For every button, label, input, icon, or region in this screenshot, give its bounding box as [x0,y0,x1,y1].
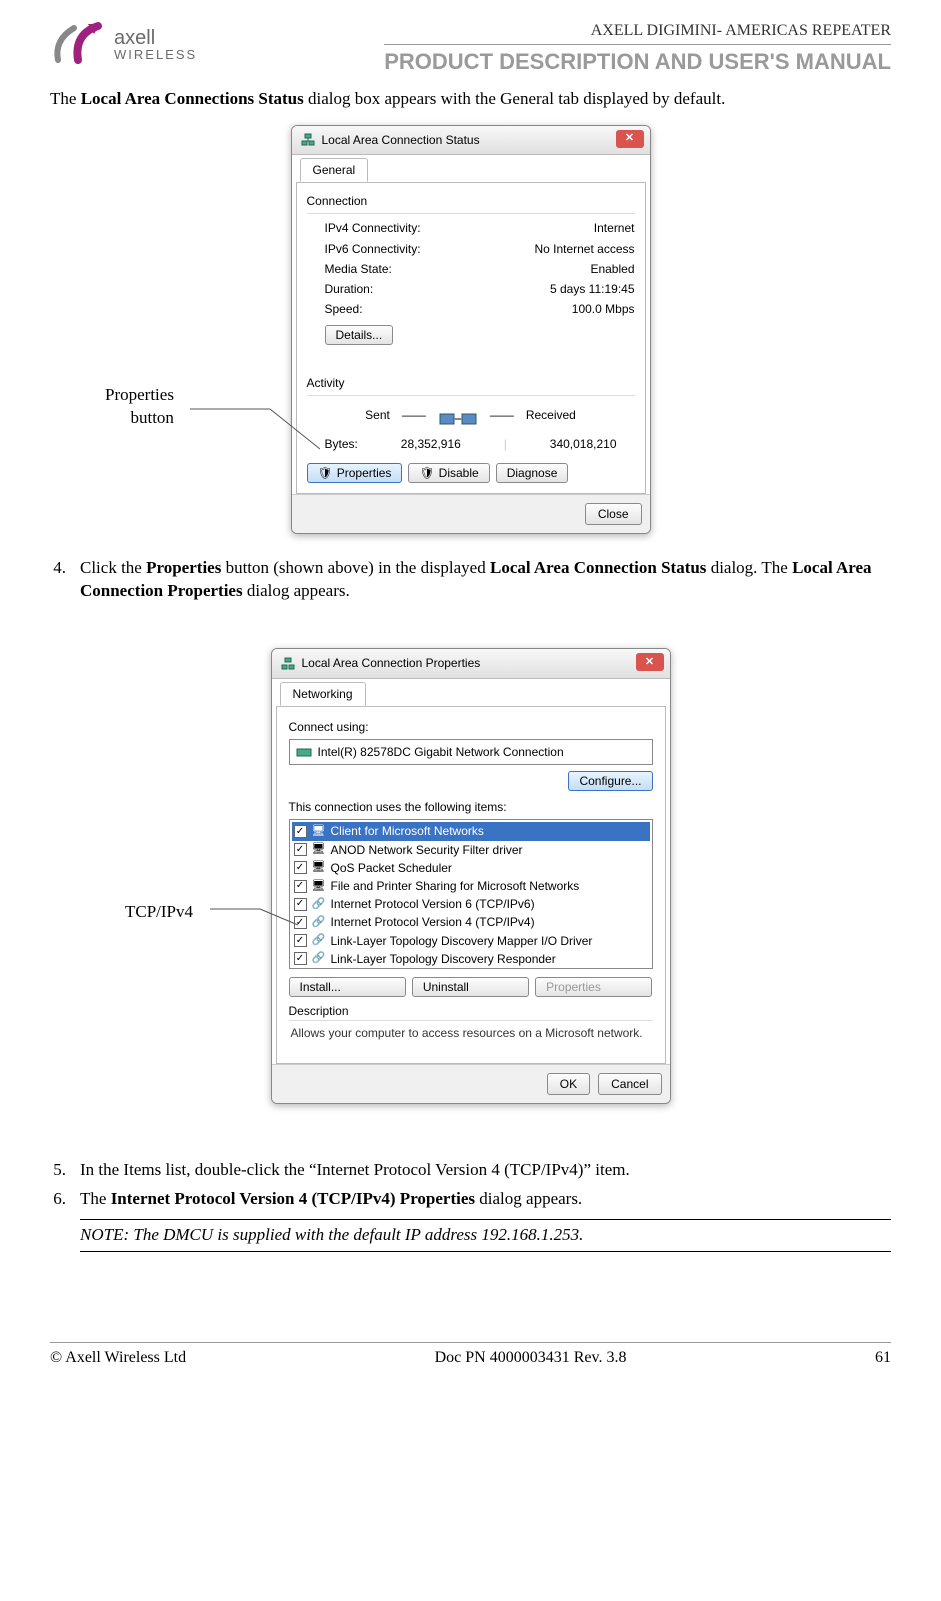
checkbox[interactable] [294,861,307,874]
dialog-title: Local Area Connection Properties [302,655,481,671]
protocol-icon: 🔗 [311,897,327,911]
callout-line-2 [210,901,300,931]
service-icon: 🖥 [311,879,327,893]
checkbox[interactable] [294,952,307,965]
checkbox[interactable] [294,843,307,856]
sent-label: Sent [365,407,390,423]
items-list[interactable]: 🖥Client for Microsoft Networks 🖥ANOD Net… [289,819,653,969]
footer-doc: Doc PN 4000003431 Rev. 3.8 [435,1347,627,1369]
note: NOTE: The DMCU is supplied with the defa… [80,1219,891,1252]
close-button[interactable]: ✕ [636,653,664,671]
footer-copyright: © Axell Wireless Ltd [50,1347,186,1369]
step-5: 5. In the Items list, double-click the “… [50,1159,891,1182]
protocol-icon: 🔗 [311,934,327,948]
adapter-field: Intel(R) 82578DC Gigabit Network Connect… [289,739,653,765]
properties-button[interactable]: Properties [535,977,652,997]
shield-icon: 🛡 [318,466,333,480]
items-label: This connection uses the following items… [289,799,653,815]
properties-button[interactable]: 🛡Properties [307,463,403,483]
adapter-icon [296,745,312,759]
configure-button[interactable]: Configure... [568,771,652,791]
row-duration: Duration:5 days 11:19:45 [307,279,635,299]
list-item[interactable]: 🔗Link-Layer Topology Discovery Responder [292,950,650,968]
header-titles: AXELL DIGIMINI- AMERICAS REPEATER PRODUC… [384,20,891,76]
row-ipv6: IPv6 Connectivity:No Internet access [307,239,635,259]
dialog-titlebar: Local Area Connection Status ✕ [292,126,650,155]
dialog-title: Local Area Connection Status [322,132,480,148]
received-label: Received [526,407,576,423]
disable-button[interactable]: 🛡Disable [408,463,489,483]
details-button[interactable]: Details... [325,325,394,345]
dialog-footer: OK Cancel [272,1064,670,1103]
diagnose-button[interactable]: Diagnose [496,463,569,483]
logo: axell WIRELESS [50,20,197,68]
close-button[interactable]: Close [585,503,642,525]
page-header: axell WIRELESS AXELL DIGIMINI- AMERICAS … [50,20,891,76]
header-title: PRODUCT DESCRIPTION AND USER'S MANUAL [384,44,891,77]
button-row: 🛡Properties 🛡Disable Diagnose [307,463,635,483]
header-subtitle: AXELL DIGIMINI- AMERICAS REPEATER [384,20,891,42]
install-button[interactable]: Install... [289,977,406,997]
logo-icon [50,20,110,68]
description-group: Description Allows your computer to acce… [289,1003,653,1050]
cancel-button[interactable]: Cancel [598,1073,661,1095]
tab-networking[interactable]: Networking [280,682,366,706]
step-4: 4. Click the Properties button (shown ab… [50,557,891,603]
callout-line [190,404,320,454]
network-icon [280,656,296,672]
protocol-icon: 🔗 [311,915,327,929]
row-ipv4: IPv4 Connectivity:Internet [307,218,635,238]
client-icon: 🖥 [311,824,327,838]
connect-using-label: Connect using: [289,719,653,735]
protocol-icon: 🔗 [311,952,327,966]
service-icon: 🖥 [311,843,327,857]
list-item[interactable]: 🖥ANOD Network Security Filter driver [292,841,650,859]
checkbox[interactable] [294,825,307,838]
ok-button[interactable]: OK [547,1073,590,1095]
list-item[interactable]: 🖥Client for Microsoft Networks [292,822,650,840]
figure-status-dialog: Properties button Local Area Connection … [50,129,891,529]
list-item[interactable]: 🖥QoS Packet Scheduler [292,859,650,877]
group-connection: Connection IPv4 Connectivity:Internet IP… [307,193,635,345]
status-dialog: Local Area Connection Status ✕ General C… [291,125,651,534]
footer-page: 61 [875,1347,891,1369]
row-media: Media State:Enabled [307,259,635,279]
close-button[interactable]: ✕ [616,130,644,148]
bytes-sent: 28,352,916 [401,436,461,452]
bytes-received: 340,018,210 [550,436,617,452]
callout-tcpip: TCP/IPv4 [125,901,193,924]
list-item[interactable]: 🔗Internet Protocol Version 4 (TCP/IPv4) [292,913,650,931]
activity-icon [438,400,478,430]
shield-icon: 🛡 [419,466,434,480]
row-speed: Speed:100.0 Mbps [307,299,635,319]
uninstall-button[interactable]: Uninstall [412,977,529,997]
tab-general[interactable]: General [300,158,369,182]
callout-properties: Properties button [105,384,174,430]
figure-properties-dialog: TCP/IPv4 Local Area Connection Propertie… [50,621,891,1131]
bytes-label: Bytes: [325,436,358,452]
intro-paragraph: The Local Area Connections Status dialog… [50,88,891,111]
group-activity: Activity Sent —— —— Received Byte [307,375,635,452]
network-icon [300,132,316,148]
page-footer: © Axell Wireless Ltd Doc PN 4000003431 R… [50,1342,891,1369]
service-icon: 🖥 [311,861,327,875]
dialog-titlebar: Local Area Connection Properties ✕ [272,649,670,678]
list-item[interactable]: 🔗Link-Layer Topology Discovery Mapper I/… [292,932,650,950]
checkbox[interactable] [294,880,307,893]
list-item[interactable]: 🖥File and Printer Sharing for Microsoft … [292,877,650,895]
dialog-footer: Close [292,494,650,533]
properties-dialog: Local Area Connection Properties ✕ Netwo… [271,648,671,1103]
logo-text: axell WIRELESS [114,28,197,61]
checkbox[interactable] [294,934,307,947]
step-6: 6. The Internet Protocol Version 4 (TCP/… [50,1188,891,1211]
list-item[interactable]: 🔗Internet Protocol Version 6 (TCP/IPv6) [292,895,650,913]
